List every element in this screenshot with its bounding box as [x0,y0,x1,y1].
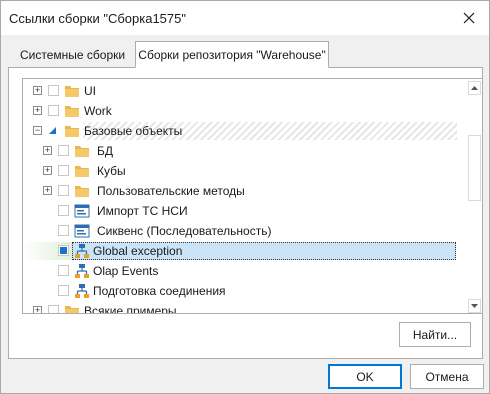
ok-button[interactable]: OK [328,364,402,389]
tab-panel: + UI + Work − Базовые объекты + БД + Куб… [8,67,483,359]
item-checkbox[interactable] [58,205,69,216]
folder-icon [75,186,89,197]
item-checkbox[interactable] [58,285,69,296]
assembly-icon [75,264,89,278]
tree-item[interactable]: Сиквенс (Последовательность) [23,221,466,241]
tab-system-assemblies[interactable]: Системные сборки [9,43,133,67]
item-checkbox[interactable] [48,105,59,116]
tree-item[interactable]: − Базовые объекты [23,121,466,141]
cancel-button[interactable]: Отмена [410,364,484,389]
form-icon [74,224,90,238]
item-checkbox[interactable] [58,185,69,196]
expand-toggle[interactable]: + [33,86,42,95]
form-icon [74,204,90,218]
item-checkbox[interactable] [58,165,69,176]
close-button[interactable] [457,6,481,30]
folder-icon [75,146,89,157]
tree-viewport: + UI + Work − Базовые объекты + БД + Куб… [23,79,466,314]
tree-item-label: Сиквенс (Последовательность) [97,224,272,238]
tree-item-label: Всякие примеры [84,304,177,314]
item-checkbox[interactable] [58,265,69,276]
tree-item-label: Подготовка соединения [93,284,226,298]
expand-toggle[interactable]: + [43,146,52,155]
tree-item-label: Базовые объекты [84,124,183,138]
folder-icon [65,106,79,117]
arrow-up-icon [471,86,478,90]
tree-item-label: Olap Events [93,264,159,278]
expand-toggle[interactable]: + [43,166,52,175]
tree-item[interactable]: + UI [23,81,466,101]
tab-repository-assemblies[interactable]: Сборки репозитория "Warehouse" [135,41,329,68]
find-button[interactable]: Найти... [399,322,471,347]
folder-icon [65,306,79,313]
item-checkbox[interactable] [58,145,69,156]
tree-item-label: Work [84,104,112,118]
tree-item[interactable]: Импорт ТС НСИ [23,201,466,221]
tree-item-selected[interactable]: Global exception [23,241,466,261]
folder-icon [65,126,79,137]
item-checkbox[interactable] [48,85,59,96]
item-checkbox[interactable] [48,305,59,313]
dialog-window: Ссылки сборки "Сборка1575" Системные сбо… [0,0,490,394]
tree-item-label: Пользовательские методы [97,184,245,198]
tree-item[interactable]: + Work [23,101,466,121]
tree-item-label: UI [84,84,96,98]
tree-item[interactable]: + Кубы [23,161,466,181]
expand-toggle[interactable]: + [33,106,42,115]
folder-icon [65,86,79,97]
partial-check-icon[interactable] [48,126,57,135]
tree-item[interactable]: + БД [23,141,466,161]
assembly-icon [75,244,89,258]
close-icon [463,12,475,24]
arrow-down-icon [471,304,478,308]
tree-item-label: Кубы [97,164,126,178]
tree-item[interactable]: + Всякие примеры [23,301,466,314]
expand-toggle[interactable]: + [33,306,42,313]
folder-icon [75,166,89,177]
scroll-up-button[interactable] [468,81,481,95]
expand-toggle[interactable]: + [43,186,52,195]
tree-item[interactable]: Подготовка соединения [23,281,466,301]
assembly-icon [75,284,89,298]
tree-item-label: Импорт ТС НСИ [97,204,188,218]
item-checkbox[interactable] [58,225,69,236]
window-title: Ссылки сборки "Сборка1575" [9,11,186,26]
tree-item[interactable]: Olap Events [23,261,466,281]
tree-item-label: Global exception [93,244,183,258]
vertical-scrollbar[interactable] [465,79,482,313]
title-bar: Ссылки сборки "Сборка1575" [1,1,489,35]
scroll-down-button[interactable] [468,299,481,313]
tree-item-label: БД [97,144,114,158]
assembly-tree[interactable]: + UI + Work − Базовые объекты + БД + Куб… [22,78,483,314]
collapse-toggle[interactable]: − [33,126,42,135]
item-checkbox[interactable] [58,245,69,256]
tree-item[interactable]: + Пользовательские методы [23,181,466,201]
scroll-thumb[interactable] [468,135,481,201]
